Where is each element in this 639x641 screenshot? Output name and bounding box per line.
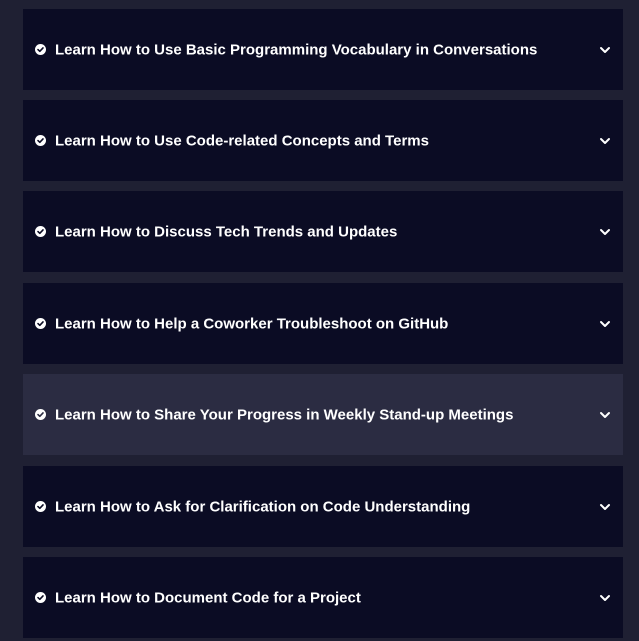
check-circle-icon <box>35 592 46 603</box>
accordion-item-title: Learn How to Share Your Progress in Week… <box>55 406 514 423</box>
accordion-item-tech-trends[interactable]: Learn How to Discuss Tech Trends and Upd… <box>23 191 623 272</box>
chevron-down-icon[interactable] <box>599 591 611 603</box>
chevron-down-icon[interactable] <box>599 500 611 512</box>
chevron-down-icon[interactable] <box>599 225 611 237</box>
chevron-down-icon[interactable] <box>599 134 611 146</box>
accordion-item-basic-programming-vocabulary[interactable]: Learn How to Use Basic Programming Vocab… <box>23 9 623 90</box>
chevron-down-icon[interactable] <box>599 43 611 55</box>
check-circle-icon <box>35 318 46 329</box>
lesson-accordion: Learn How to Use Basic Programming Vocab… <box>0 0 639 641</box>
check-circle-icon <box>35 44 46 55</box>
accordion-item-title: Learn How to Help a Coworker Troubleshoo… <box>55 315 449 332</box>
check-circle-icon <box>35 501 46 512</box>
accordion-item-title: Learn How to Ask for Clarification on Co… <box>55 498 471 515</box>
accordion-item-title: Learn How to Use Basic Programming Vocab… <box>55 41 538 58</box>
chevron-down-icon[interactable] <box>599 317 611 329</box>
accordion-item-github-troubleshoot[interactable]: Learn How to Help a Coworker Troubleshoo… <box>23 283 623 364</box>
accordion-item-standup-progress[interactable]: Learn How to Share Your Progress in Week… <box>23 374 623 455</box>
accordion-item-code-related-concepts[interactable]: Learn How to Use Code-related Concepts a… <box>23 100 623 181</box>
check-circle-icon <box>35 409 46 420</box>
accordion-item-document-code[interactable]: Learn How to Document Code for a Project <box>23 557 623 638</box>
accordion-item-title: Learn How to Document Code for a Project <box>55 589 361 606</box>
chevron-down-icon[interactable] <box>599 408 611 420</box>
accordion-item-title: Learn How to Use Code-related Concepts a… <box>55 132 429 149</box>
accordion-item-title: Learn How to Discuss Tech Trends and Upd… <box>55 223 398 240</box>
accordion-item-ask-clarification[interactable]: Learn How to Ask for Clarification on Co… <box>23 466 623 547</box>
check-circle-icon <box>35 135 46 146</box>
check-circle-icon <box>35 226 46 237</box>
